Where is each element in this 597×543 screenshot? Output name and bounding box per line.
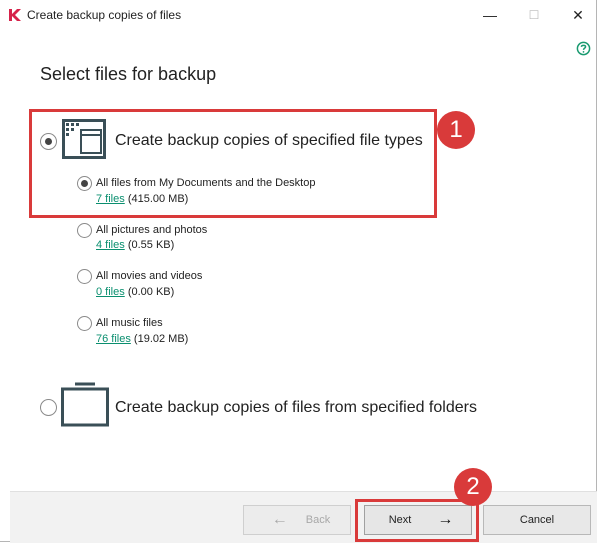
- highlight-box-step1: [29, 109, 437, 218]
- back-button[interactable]: ← Back: [243, 505, 351, 535]
- files-size: (0.00 KB): [127, 286, 175, 298]
- sub-option-info: 76 files (19.02 MB): [96, 333, 188, 345]
- maximize-button[interactable]: ☐: [524, 6, 544, 24]
- sub-option-radio[interactable]: [77, 316, 92, 331]
- files-size: (19.02 MB): [133, 333, 189, 345]
- back-button-label: Back: [305, 514, 331, 526]
- window-title: Create backup copies of files: [27, 8, 182, 22]
- sub-option-label[interactable]: All music files: [96, 317, 163, 329]
- page-heading: Select files for backup: [40, 64, 217, 84]
- highlight-box-step2: [355, 499, 479, 542]
- files-count-link[interactable]: 4 files: [96, 239, 125, 251]
- files-size: (0.55 KB): [127, 239, 175, 251]
- sub-option-label[interactable]: All pictures and photos: [96, 224, 207, 236]
- sub-option-radio[interactable]: [77, 269, 92, 284]
- files-count-link[interactable]: 76 files: [96, 333, 131, 345]
- arrow-left-icon: ←: [271, 511, 288, 528]
- sub-option-info: 0 files (0.00 KB): [96, 286, 174, 298]
- close-button[interactable]: ✕: [568, 6, 588, 24]
- title-bar: Create backup copies of files — ☐ ✕: [0, 0, 596, 28]
- folder-icon: [61, 382, 109, 427]
- step-badge-1: 1: [437, 111, 475, 149]
- sub-option-info: 4 files (0.55 KB): [96, 239, 174, 251]
- sub-option-label[interactable]: All movies and videos: [96, 270, 202, 282]
- files-count-link[interactable]: 0 files: [96, 286, 125, 298]
- folders-label[interactable]: Create backup copies of files from speci…: [115, 399, 477, 417]
- dialog-window: Create backup copies of files — ☐ ✕ Sele…: [0, 0, 597, 543]
- folders-radio[interactable]: [40, 399, 57, 416]
- step-badge-2: 2: [454, 468, 492, 506]
- minimize-button[interactable]: —: [480, 6, 500, 24]
- cancel-button[interactable]: Cancel: [483, 505, 591, 535]
- kaspersky-logo-icon: [9, 9, 21, 21]
- help-icon[interactable]: [576, 41, 591, 56]
- sub-option-radio[interactable]: [77, 223, 92, 238]
